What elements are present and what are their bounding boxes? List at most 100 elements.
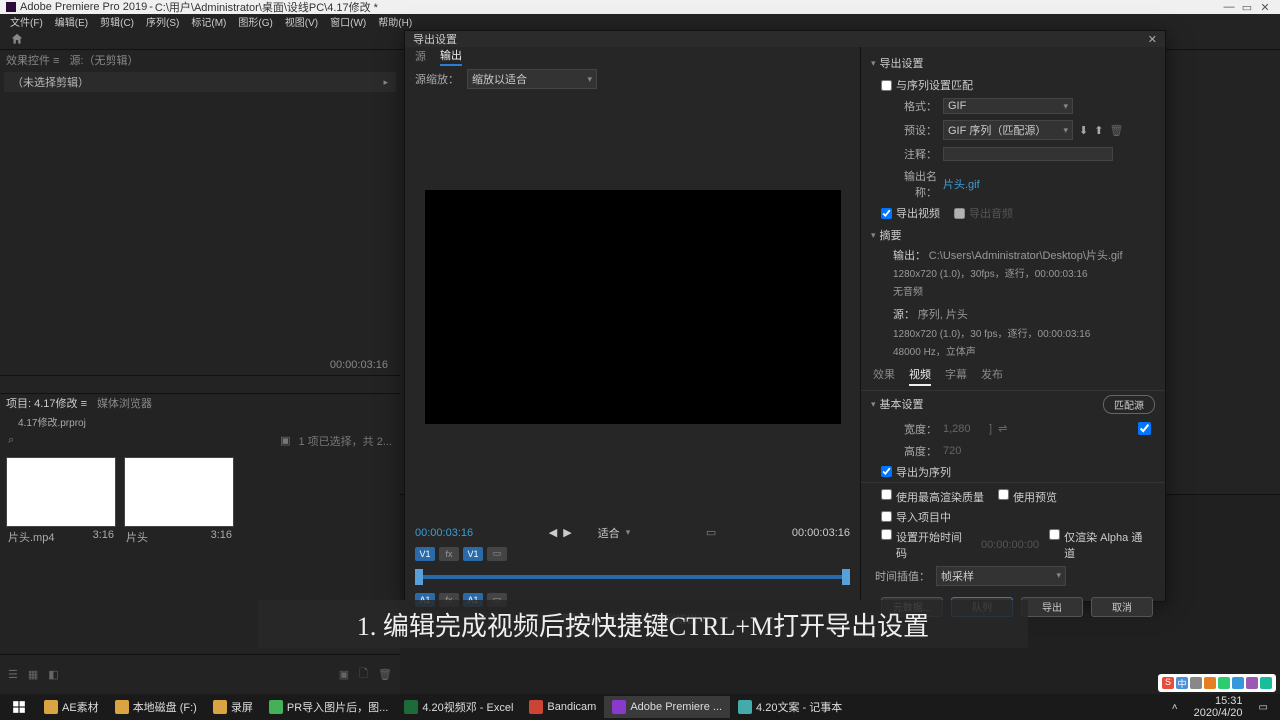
max-render-quality-checkbox[interactable] <box>881 489 892 500</box>
tab-source-preview[interactable]: 源 <box>415 48 426 64</box>
trash-icon[interactable]: 🗑 <box>378 668 392 681</box>
output-name-link[interactable]: 片头.gif <box>943 176 980 192</box>
export-tab[interactable]: 字幕 <box>945 366 967 386</box>
menu-item[interactable]: 图形(G) <box>232 14 278 28</box>
tab-effect-controls[interactable]: 效果控件 ≡ <box>6 52 59 68</box>
export-button[interactable]: 导出 <box>1021 597 1083 617</box>
effects-panel-tabs: 效果控件 ≡ 源:（无剪辑） <box>0 50 400 70</box>
app-icon <box>6 2 16 12</box>
effects-clip-text: （未选择剪辑） <box>12 74 89 90</box>
set-start-timecode-checkbox[interactable] <box>881 529 892 540</box>
format-dropdown[interactable]: GIF▾ <box>943 98 1073 114</box>
render-alpha-only-checkbox[interactable] <box>1049 529 1060 540</box>
menu-item[interactable]: 窗口(W) <box>324 14 372 28</box>
use-previews-checkbox[interactable] <box>998 489 1009 500</box>
import-into-project-checkbox[interactable] <box>881 511 892 522</box>
project-thumbnail[interactable]: 片头.mp43:16 <box>6 457 116 547</box>
scale-label: 源缩放： <box>415 71 459 87</box>
app-name: Adobe Premiere Pro 2019 <box>20 1 147 13</box>
summary-header: 摘要 <box>880 227 902 243</box>
menu-item[interactable]: 文件(F) <box>4 14 49 28</box>
export-video-checkbox[interactable] <box>881 208 892 219</box>
twirl-icon[interactable]: ▾ <box>871 58 876 69</box>
prev-frame-icon[interactable]: ◀ <box>549 526 557 539</box>
preset-dropdown[interactable]: GIF 序列（匹配源）▾ <box>943 120 1073 140</box>
menu-item[interactable]: 标记(M) <box>185 14 232 28</box>
save-preset-icon[interactable]: ⬇ <box>1079 124 1088 137</box>
taskbar-app[interactable]: Adobe Premiere ... <box>604 696 730 718</box>
export-tab[interactable]: 效果 <box>873 366 895 386</box>
view-freeform-icon[interactable]: ◧ <box>48 668 58 681</box>
start-button[interactable] <box>4 696 34 718</box>
cancel-button[interactable]: 取消 <box>1091 597 1153 617</box>
menu-item[interactable]: 帮助(H) <box>372 14 418 28</box>
fit-dropdown-icon[interactable]: ▾ <box>626 527 631 538</box>
export-audio-checkbox <box>954 208 965 219</box>
export-settings-header: 导出设置 <box>880 55 924 71</box>
import-preset-icon[interactable]: ⬆ <box>1094 124 1103 137</box>
dialog-close-button[interactable]: ✕ <box>1148 33 1157 46</box>
bin-icon[interactable]: ▣ <box>280 434 290 447</box>
taskbar-app[interactable]: 本地磁盘 (F:) <box>107 696 205 718</box>
match-source-button[interactable]: 匹配源 <box>1103 395 1155 414</box>
menu-item[interactable]: 剪辑(C) <box>94 14 140 28</box>
link-dimensions-icon[interactable]: ⇌ <box>998 422 1007 435</box>
range-slider[interactable] <box>415 567 850 587</box>
taskbar-app[interactable]: 录屏 <box>205 696 261 718</box>
source-timecode: 00:00:03:16 <box>0 355 400 375</box>
match-sequence-checkbox[interactable] <box>881 80 892 91</box>
tab-output-preview[interactable]: 输出 <box>440 47 462 66</box>
next-frame-icon[interactable]: ▶ <box>563 526 571 539</box>
menu-item[interactable]: 编辑(E) <box>49 14 94 28</box>
close-button[interactable]: ✕ <box>1256 1 1274 14</box>
ime-tray-badge: S 中 <box>1158 674 1276 692</box>
export-settings-dialog: 导出设置 ✕ 源 输出 源缩放： 缩放以适合▾ 00:00:03:16 ◀ ▶ … <box>404 30 1166 602</box>
taskbar-app[interactable]: Bandicam <box>521 696 604 718</box>
taskbar-app[interactable]: AE素材 <box>36 696 107 718</box>
view-icon-icon[interactable]: ▦ <box>28 668 38 681</box>
taskbar-app[interactable]: 4.20视频邓 - Excel <box>396 696 521 718</box>
width-input[interactable]: 1,280 <box>943 423 983 435</box>
height-input[interactable]: 720 <box>943 445 983 457</box>
out-timecode[interactable]: 00:00:03:16 <box>792 527 850 539</box>
project-thumbnail[interactable]: 片头3:16 <box>124 457 234 547</box>
new-item-icon[interactable]: 🗋 <box>359 665 368 684</box>
source-scaling-dropdown[interactable]: 缩放以适合▾ <box>467 69 597 89</box>
menubar: 文件(F)编辑(E)剪辑(C)序列(S)标记(M)图形(G)视图(V)窗口(W)… <box>0 14 1280 28</box>
export-as-sequence-checkbox[interactable] <box>881 466 892 477</box>
document-path: C:\用户\Administrator\桌面\设线PC\4.17修改 * <box>155 0 378 15</box>
menu-item[interactable]: 视图(V) <box>279 14 324 28</box>
comments-input[interactable] <box>943 147 1113 161</box>
basic-settings-header: 基本设置 <box>880 396 924 412</box>
taskbar-app[interactable]: PR导入图片后，图... <box>261 696 396 718</box>
effects-clip-selector[interactable]: （未选择剪辑）▸ <box>4 72 396 92</box>
item-count: 1 项已选择，共 2... <box>298 433 392 449</box>
menu-item[interactable]: 序列(S) <box>140 14 185 28</box>
track-v1-src[interactable]: V1 <box>415 547 435 561</box>
home-icon[interactable] <box>10 32 24 46</box>
taskbar-app[interactable]: 4.20文案 - 记事本 <box>730 696 850 718</box>
tab-source[interactable]: 源:（无剪辑） <box>69 52 138 68</box>
export-tab[interactable]: 视频 <box>909 366 931 386</box>
taskbar: AE素材本地磁盘 (F:)录屏PR导入图片后，图...4.20视频邓 - Exc… <box>0 694 1280 720</box>
tray-up-icon[interactable]: ˄ <box>1164 696 1186 718</box>
new-bin-icon[interactable]: ▣ <box>339 668 349 681</box>
tab-project[interactable]: 项目: 4.17修改 ≡ <box>6 395 87 411</box>
aspect-icon[interactable]: ▭ <box>706 526 716 539</box>
search-icon[interactable]: ⌕ <box>8 434 14 447</box>
export-tab[interactable]: 发布 <box>981 366 1003 386</box>
delete-preset-icon[interactable]: 🗑 <box>1109 124 1123 137</box>
track-v1-out[interactable]: V1 <box>463 547 483 561</box>
tutorial-caption: 1. 编辑完成视频后按快捷键CTRL+M打开导出设置 <box>258 600 1028 648</box>
tab-media-browser[interactable]: 媒体浏览器 <box>97 395 152 411</box>
view-list-icon[interactable]: ☰ <box>8 668 18 681</box>
notification-icon[interactable]: ▭ <box>1251 696 1276 718</box>
minimize-button[interactable]: — <box>1220 1 1238 13</box>
in-timecode[interactable]: 00:00:03:16 <box>415 527 473 539</box>
time-interpolation-dropdown[interactable]: 帧采样▾ <box>936 566 1066 586</box>
dialog-title: 导出设置 <box>413 31 457 47</box>
dimension-lock-checkbox[interactable] <box>1138 422 1151 435</box>
fit-label: 适合 <box>598 525 620 541</box>
maximize-button[interactable]: ▭ <box>1238 1 1256 14</box>
taskbar-clock[interactable]: 15:312020/4/20 <box>1188 695 1249 719</box>
